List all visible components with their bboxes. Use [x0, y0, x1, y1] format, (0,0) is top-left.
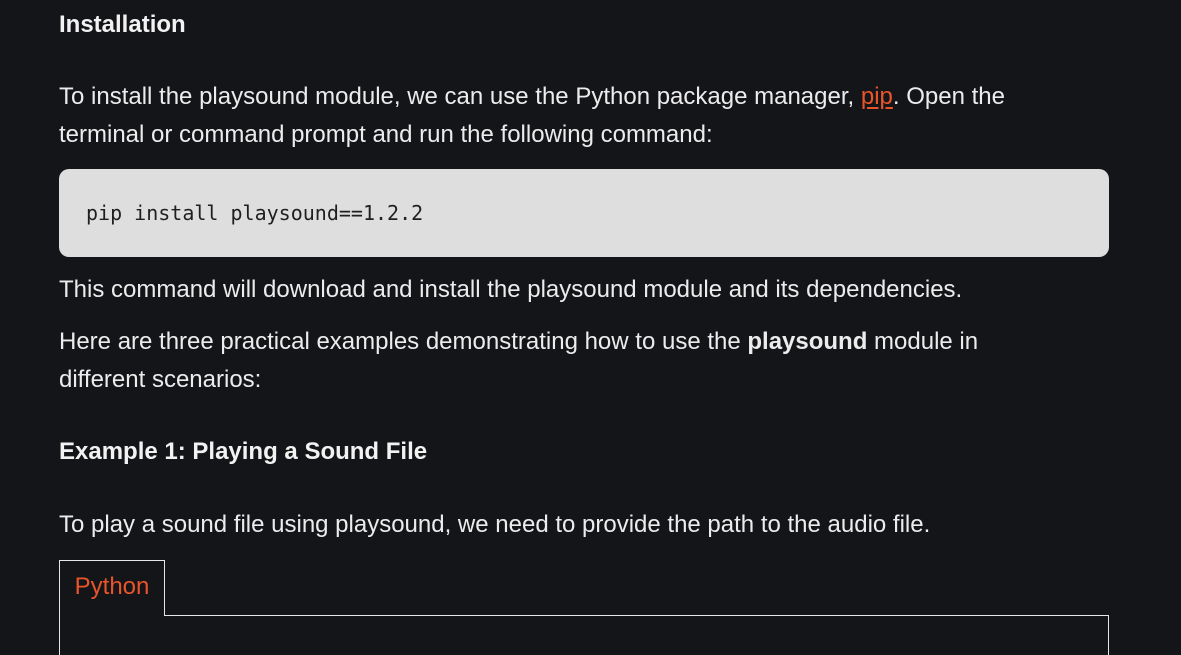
pip-link[interactable]: pip [861, 83, 893, 110]
examples-text-before: Here are three practical examples demons… [59, 328, 748, 355]
installation-intro: To install the playsound module, we can … [59, 78, 1069, 154]
tab-python[interactable]: Python [59, 560, 165, 616]
installation-heading: Installation [59, 11, 186, 38]
example-1-description: To play a sound file using playsound, we… [59, 511, 931, 538]
playsound-bold: playsound [747, 328, 868, 355]
intro-text-before: To install the playsound module, we can … [59, 83, 861, 110]
code-panel [59, 615, 1109, 655]
examples-intro: Here are three practical examples demons… [59, 323, 1069, 399]
install-command-block: pip install playsound==1.2.2 [59, 169, 1109, 257]
after-command-text: This command will download and install t… [59, 276, 963, 303]
install-command[interactable]: pip install playsound==1.2.2 [86, 169, 1109, 257]
example-1-heading: Example 1: Playing a Sound File [59, 438, 428, 465]
